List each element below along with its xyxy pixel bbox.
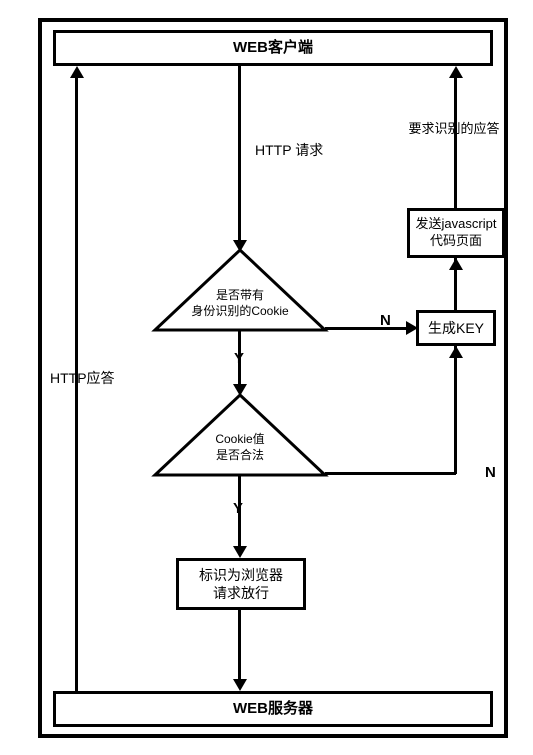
- decision-label: 是否带有 身份识别的Cookie: [191, 288, 288, 318]
- edge-valid-no-h: [325, 472, 456, 475]
- label-yes-2: Y: [233, 500, 243, 517]
- arrow-icon: [449, 258, 463, 270]
- node-label: WEB客户端: [233, 38, 313, 58]
- node-web-server: WEB服务器: [53, 691, 493, 727]
- decision-cookie-text: 是否带有 身份识别的Cookie: [187, 288, 293, 319]
- node-gen-key: 生成KEY: [416, 310, 496, 346]
- edge-cookie-no: [325, 327, 410, 330]
- edge-http-request: [238, 66, 241, 241]
- node-web-client: WEB客户端: [53, 30, 493, 66]
- edge-valid-no-v: [454, 346, 457, 474]
- arrow-icon: [233, 679, 247, 691]
- node-label: 生成KEY: [428, 319, 484, 337]
- arrow-icon: [449, 346, 463, 358]
- label-yes-1: Y: [234, 350, 244, 367]
- edge-js-to-client: [454, 78, 457, 208]
- arrow-icon: [449, 66, 463, 78]
- label-http-response: HTTP应答: [50, 368, 115, 388]
- label-http-request: HTTP 请求: [255, 140, 323, 160]
- node-label: 发送javascript 代码页面: [416, 216, 497, 250]
- edge-allow-to-server: [238, 610, 241, 680]
- arrow-icon: [70, 66, 84, 78]
- label-no-1: N: [380, 312, 391, 329]
- decision-valid-text: Cookie值 是否合法: [203, 432, 277, 463]
- arrow-icon: [233, 546, 247, 558]
- node-send-js: 发送javascript 代码页面: [407, 208, 505, 258]
- label-no-2: N: [485, 464, 496, 481]
- node-label: WEB服务器: [233, 699, 313, 719]
- label-response-identify: 要求识别的应答: [403, 118, 505, 137]
- node-allow: 标识为浏览器 请求放行: [176, 558, 306, 610]
- node-label: 标识为浏览器 请求放行: [199, 566, 283, 602]
- decision-label: Cookie值 是否合法: [215, 432, 264, 462]
